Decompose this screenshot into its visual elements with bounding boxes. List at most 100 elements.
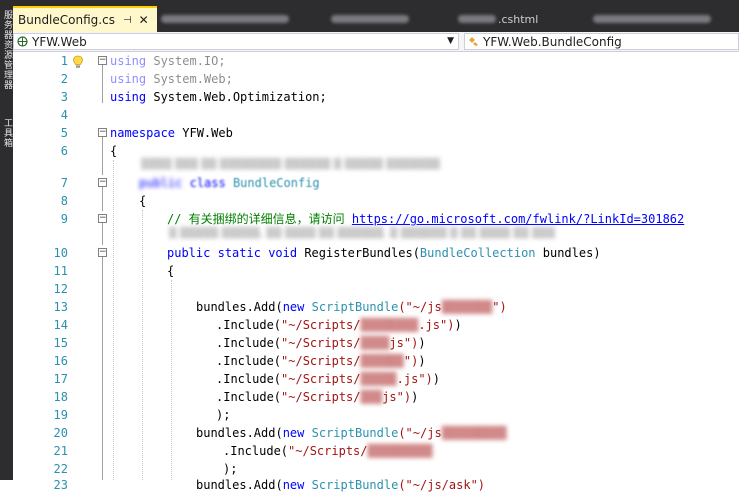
- line-number: 7: [60, 176, 68, 190]
- navigation-bar: YFW.Web ▼ YFW.Web.BundleConfig: [13, 32, 739, 52]
- class-dropdown[interactable]: YFW.Web.BundleConfig: [464, 33, 739, 50]
- code-text: .Include("~/Scripts/▒▒▒js")): [216, 390, 419, 404]
- code-editor[interactable]: 1 using System.IO; 2 using System.Web; 3…: [13, 52, 739, 492]
- tab-label: .cshtml: [498, 12, 539, 26]
- indent-guide: [171, 280, 172, 480]
- code-line: 12: [13, 280, 739, 298]
- line-number: 10: [53, 246, 68, 260]
- line-number: 16: [53, 354, 68, 368]
- code-line: 17 .Include("~/Scripts/▒▒▒▒▒.js")): [13, 370, 739, 388]
- line-number: 4: [60, 108, 68, 122]
- code-text: {: [167, 264, 175, 278]
- code-line: 9 // 有关捆绑的详细信息，请访问 https://go.microsoft.…: [13, 210, 739, 228]
- codelens-blurred: ▒▒▒▒ ▒▒▒ ▒▒ ▒▒▒▒▒▒▒▒ ▒▒▒▒▒▒ ▒ ▒▒▒▒▒ ▒▒▒▒…: [141, 159, 441, 170]
- project-icon: [17, 36, 28, 47]
- code-text: bundles.Add(new ScriptBundle("~/js▒▒▒▒▒▒…: [196, 426, 507, 440]
- tab-other-1[interactable]: [161, 10, 291, 28]
- line-number: 3: [60, 90, 68, 104]
- collapse-icon[interactable]: −: [98, 248, 107, 257]
- line-number: 12: [53, 282, 68, 296]
- outline-guide: [102, 223, 103, 245]
- code-text: .Include("~/Scripts/▒▒▒▒js")): [216, 336, 426, 350]
- code-line: 20 bundles.Add(new ScriptBundle("~/js▒▒▒…: [13, 424, 739, 442]
- blurred-tab-label: [161, 15, 289, 23]
- outline-guide: [102, 257, 103, 480]
- line-number: 15: [53, 336, 68, 350]
- code-text: .Include("~/Scripts/▒▒▒▒▒▒▒▒.js")): [216, 318, 462, 332]
- code-text: bundles.Add(new ScriptBundle("~/js▒▒▒▒▒▒…: [196, 300, 507, 314]
- line-number: 21: [53, 444, 68, 458]
- tab-other-2[interactable]: [331, 10, 411, 28]
- fwlink-link[interactable]: https://go.microsoft.com/fwlink/?LinkId=…: [352, 212, 684, 226]
- tab-other-3[interactable]: .cshtml: [458, 10, 558, 28]
- code-line: 10 public static void RegisterBundles(Bu…: [13, 244, 739, 262]
- code-line: 13 bundles.Add(new ScriptBundle("~/js▒▒▒…: [13, 298, 739, 316]
- lightbulb-icon[interactable]: [72, 54, 84, 68]
- class-icon: [468, 36, 479, 47]
- code-line: 23 bundles.Add(new ScriptBundle("~/js/as…: [13, 476, 739, 494]
- line-number: 13: [53, 300, 68, 314]
- code-line: 1 using System.IO;: [13, 52, 739, 70]
- code-line: 4: [13, 106, 739, 124]
- document-tab-bar: BundleConfig.cs ⊣ ✕ .cshtml: [13, 0, 739, 32]
- line-number: 9: [60, 212, 68, 226]
- code-line: 5 namespace YFW.Web: [13, 124, 739, 142]
- collapse-icon[interactable]: −: [98, 56, 107, 65]
- outline-guide: [102, 65, 103, 103]
- code-line: 7 public class BundleConfig: [13, 174, 739, 192]
- line-number: 5: [60, 126, 68, 140]
- close-icon[interactable]: ✕: [139, 13, 149, 27]
- line-number: 18: [53, 390, 68, 404]
- code-text: public static void RegisterBundles(Bundl…: [167, 246, 601, 260]
- line-number: 23: [53, 478, 68, 492]
- line-number: 8: [60, 194, 68, 208]
- code-line: 16 .Include("~/Scripts/▒▒▒▒▒▒")): [13, 352, 739, 370]
- class-name: YFW.Web.BundleConfig: [483, 34, 622, 49]
- project-dropdown[interactable]: YFW.Web ▼: [13, 33, 459, 50]
- line-number: 1: [60, 54, 68, 68]
- project-name: YFW.Web: [32, 34, 87, 49]
- code-line: 8 {: [13, 192, 739, 210]
- code-text: .Include("~/Scripts/▒▒▒▒▒▒▒▒▒: [223, 444, 433, 458]
- blurred-tab-label: [593, 15, 711, 23]
- blurred-tab-label: [331, 15, 409, 23]
- outline-guide: [102, 187, 103, 211]
- code-text: using System.IO;: [110, 54, 226, 68]
- code-text: bundles.Add(new ScriptBundle("~/js/ask"): [196, 478, 486, 492]
- blurred-tab-label: [458, 15, 496, 23]
- outline-guide: [102, 137, 103, 175]
- code-text: {: [139, 194, 147, 208]
- code-line: 14 .Include("~/Scripts/▒▒▒▒▒▒▒▒.js")): [13, 316, 739, 334]
- line-number: 20: [53, 426, 68, 440]
- chevron-down-icon[interactable]: ▼: [447, 36, 454, 46]
- tab-label: BundleConfig.cs: [18, 13, 115, 27]
- code-line: 18 .Include("~/Scripts/▒▒▒js")): [13, 388, 739, 406]
- pin-icon[interactable]: ⊣: [123, 15, 132, 26]
- left-tool-strip: 服务器资源管理器 工具箱: [0, 0, 13, 480]
- code-text: using System.Web;: [110, 72, 233, 86]
- code-line: 15 .Include("~/Scripts/▒▒▒▒js")): [13, 334, 739, 352]
- line-number: 19: [53, 408, 68, 422]
- line-number: 11: [53, 264, 68, 278]
- tab-other-4[interactable]: [593, 10, 713, 28]
- tab-bundleconfig[interactable]: BundleConfig.cs ⊣ ✕: [13, 6, 157, 32]
- code-text: public class BundleConfig: [139, 176, 320, 190]
- line-number: 6: [60, 144, 68, 158]
- indent-guide: [142, 210, 143, 480]
- line-number: 17: [53, 372, 68, 386]
- code-text: // 有关捆绑的详细信息，请访问 https://go.microsoft.co…: [167, 212, 685, 226]
- code-line: 21 .Include("~/Scripts/▒▒▒▒▒▒▒▒▒: [13, 442, 739, 460]
- code-line: 2 using System.Web;: [13, 70, 739, 88]
- code-text: {: [110, 144, 118, 158]
- code-line: 3 using System.Web.Optimization;: [13, 88, 739, 106]
- code-line: 19 );: [13, 406, 739, 424]
- codelens-blurred: ▒ ▒▒▒▒▒ ▒▒▒▒▒, ▒▒ ▒▒▒▒ ▒▒ ▒▒▒▒▒▒. ▒ ▒▒▒▒…: [169, 228, 556, 239]
- line-number: 2: [60, 72, 68, 86]
- collapse-icon[interactable]: −: [98, 128, 107, 137]
- code-text: );: [216, 408, 231, 422]
- collapse-icon[interactable]: −: [98, 214, 107, 223]
- line-number: 14: [53, 318, 68, 332]
- code-text: using System.Web.Optimization;: [110, 90, 327, 104]
- collapse-icon[interactable]: −: [98, 178, 107, 187]
- indent-guide: [113, 160, 114, 480]
